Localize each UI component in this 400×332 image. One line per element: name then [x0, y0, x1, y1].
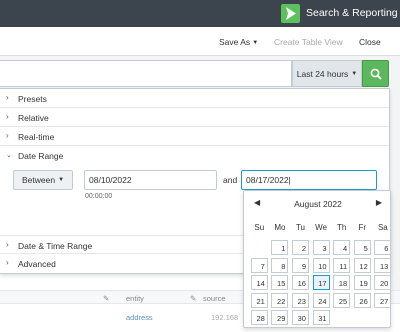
- and-label: and: [223, 175, 238, 185]
- column-header-source[interactable]: source: [203, 294, 226, 303]
- chevron-down-icon: ▼: [252, 40, 259, 46]
- search-toolbar: Save As ▼ Create Table View Close: [0, 27, 400, 56]
- calendar-day[interactable]: 20: [374, 275, 392, 290]
- calendar-day[interactable]: 14: [250, 275, 268, 290]
- section-label: Presets: [18, 94, 47, 104]
- create-table-view-button[interactable]: Create Table View: [274, 37, 343, 47]
- app-bar: Search & Reporting: [0, 0, 400, 27]
- calendar-day[interactable]: 23: [291, 292, 309, 308]
- calendar-day[interactable]: 27: [374, 292, 392, 308]
- calendar-day[interactable]: 21: [250, 292, 268, 308]
- start-time-hint: 00:00:00: [85, 193, 113, 200]
- calendar-day[interactable]: 18: [333, 275, 351, 290]
- weekday-label: Sa: [377, 223, 388, 232]
- chevron-down-icon: ▼: [58, 177, 65, 183]
- start-date-field[interactable]: 08/10/2022: [84, 170, 217, 190]
- search-input[interactable]: [0, 60, 292, 87]
- calendar-day[interactable]: 10: [312, 257, 330, 273]
- section-label: Relative: [18, 113, 49, 123]
- calendar-day[interactable]: 26: [353, 292, 371, 308]
- calendar-day[interactable]: 3: [312, 240, 330, 255]
- calendar-day-selected[interactable]: 17: [312, 275, 330, 290]
- calendar-day[interactable]: 6: [374, 240, 392, 255]
- section-relative[interactable]: › Relative: [0, 108, 389, 127]
- weekday-header: Su Mo Tu We Th Fr Sa: [249, 223, 389, 232]
- calendar-month-title: August 2022: [294, 199, 342, 209]
- weekday-label: We: [315, 223, 327, 232]
- calendar-day[interactable]: 30: [291, 310, 309, 325]
- calendar-blank: [251, 240, 268, 255]
- calendar-day[interactable]: 5: [353, 240, 371, 255]
- calendar-day[interactable]: 15: [271, 275, 289, 290]
- weekday-label: Tu: [295, 223, 305, 232]
- calendar-day[interactable]: 13: [374, 257, 392, 273]
- calendar-day[interactable]: 22: [271, 292, 289, 308]
- app-logo-icon[interactable]: [281, 4, 300, 23]
- section-date-range[interactable]: ⌄ Date Range: [0, 146, 389, 165]
- range-mode-select[interactable]: Between ▼: [13, 170, 73, 190]
- result-cell[interactable]: address: [126, 313, 153, 322]
- section-presets[interactable]: › Presets: [0, 89, 389, 108]
- weekday-label: Mo: [274, 223, 286, 232]
- app-name[interactable]: Search & Reporting: [306, 7, 398, 19]
- save-as-label: Save As: [219, 37, 251, 47]
- section-label: Advanced: [18, 259, 56, 269]
- text-cursor: |: [288, 175, 291, 185]
- calendar-day[interactable]: 16: [291, 275, 309, 290]
- chevron-down-icon: ▼: [351, 70, 358, 77]
- calendar-day[interactable]: 8: [271, 257, 289, 273]
- calendar-day[interactable]: 25: [333, 292, 351, 308]
- calendar-header: ◀ August 2022 ▶: [244, 197, 392, 211]
- weekday-label: Su: [254, 223, 265, 232]
- calendar-day[interactable]: 19: [353, 275, 371, 290]
- date-picker-calendar: ◀ August 2022 ▶ Su Mo Tu We Th Fr Sa 123456789…: [243, 190, 392, 328]
- section-label: Real-time: [18, 132, 55, 142]
- calendar-day[interactable]: 9: [291, 257, 309, 273]
- calendar-day[interactable]: 4: [333, 240, 351, 255]
- chevron-right-icon: ›: [6, 131, 9, 140]
- save-as-button[interactable]: Save As ▼: [219, 37, 258, 47]
- calendar-day[interactable]: 29: [271, 310, 289, 325]
- chevron-right-icon: ›: [6, 258, 9, 267]
- calendar-day[interactable]: 11: [333, 257, 351, 273]
- search-bar: Last 24 hours ▼: [0, 56, 400, 91]
- time-range-picker-button[interactable]: Last 24 hours ▼: [292, 60, 362, 87]
- chevron-right-icon: ›: [6, 240, 9, 249]
- search-icon: [370, 68, 382, 80]
- result-cell: 192.168: [211, 313, 239, 322]
- calendar-day[interactable]: 12: [353, 257, 371, 273]
- column-header-entity[interactable]: entity: [126, 294, 144, 303]
- calendar-day[interactable]: 7: [250, 257, 268, 273]
- column-edit-icon[interactable]: ✎: [190, 294, 196, 303]
- close-button[interactable]: Close: [359, 37, 381, 47]
- calendar-days-grid: 1 2 3 4 5 6 7 8 9 10 11 12 13 14 15 16 17 18 19 20 21 22 23 24 2…: [249, 239, 392, 327]
- next-month-icon[interactable]: ▶: [376, 198, 382, 207]
- section-label: Date & Time Range: [18, 241, 93, 251]
- chevron-down-icon: ⌄: [6, 152, 12, 159]
- range-mode-label: Between: [21, 175, 56, 185]
- column-edit-icon[interactable]: ✎: [103, 294, 109, 303]
- calendar-day[interactable]: 28: [250, 310, 268, 325]
- calendar-day[interactable]: 31: [312, 310, 330, 325]
- section-real-time[interactable]: › Real-time: [0, 127, 389, 146]
- time-range-label: Last 24 hours: [296, 68, 349, 79]
- calendar-day[interactable]: 1: [271, 240, 289, 255]
- end-date-field[interactable]: 08/17/2022|: [241, 170, 377, 190]
- chevron-right-icon: ›: [6, 93, 9, 102]
- end-date-value: 08/17/2022: [246, 175, 289, 185]
- calendar-day[interactable]: 2: [291, 240, 309, 255]
- weekday-label: Th: [337, 223, 347, 232]
- chevron-right-icon: ›: [6, 112, 9, 121]
- calendar-day[interactable]: 24: [312, 292, 330, 308]
- search-button[interactable]: [362, 60, 389, 87]
- weekday-label: Fr: [358, 223, 367, 232]
- section-label: Date Range: [18, 151, 64, 161]
